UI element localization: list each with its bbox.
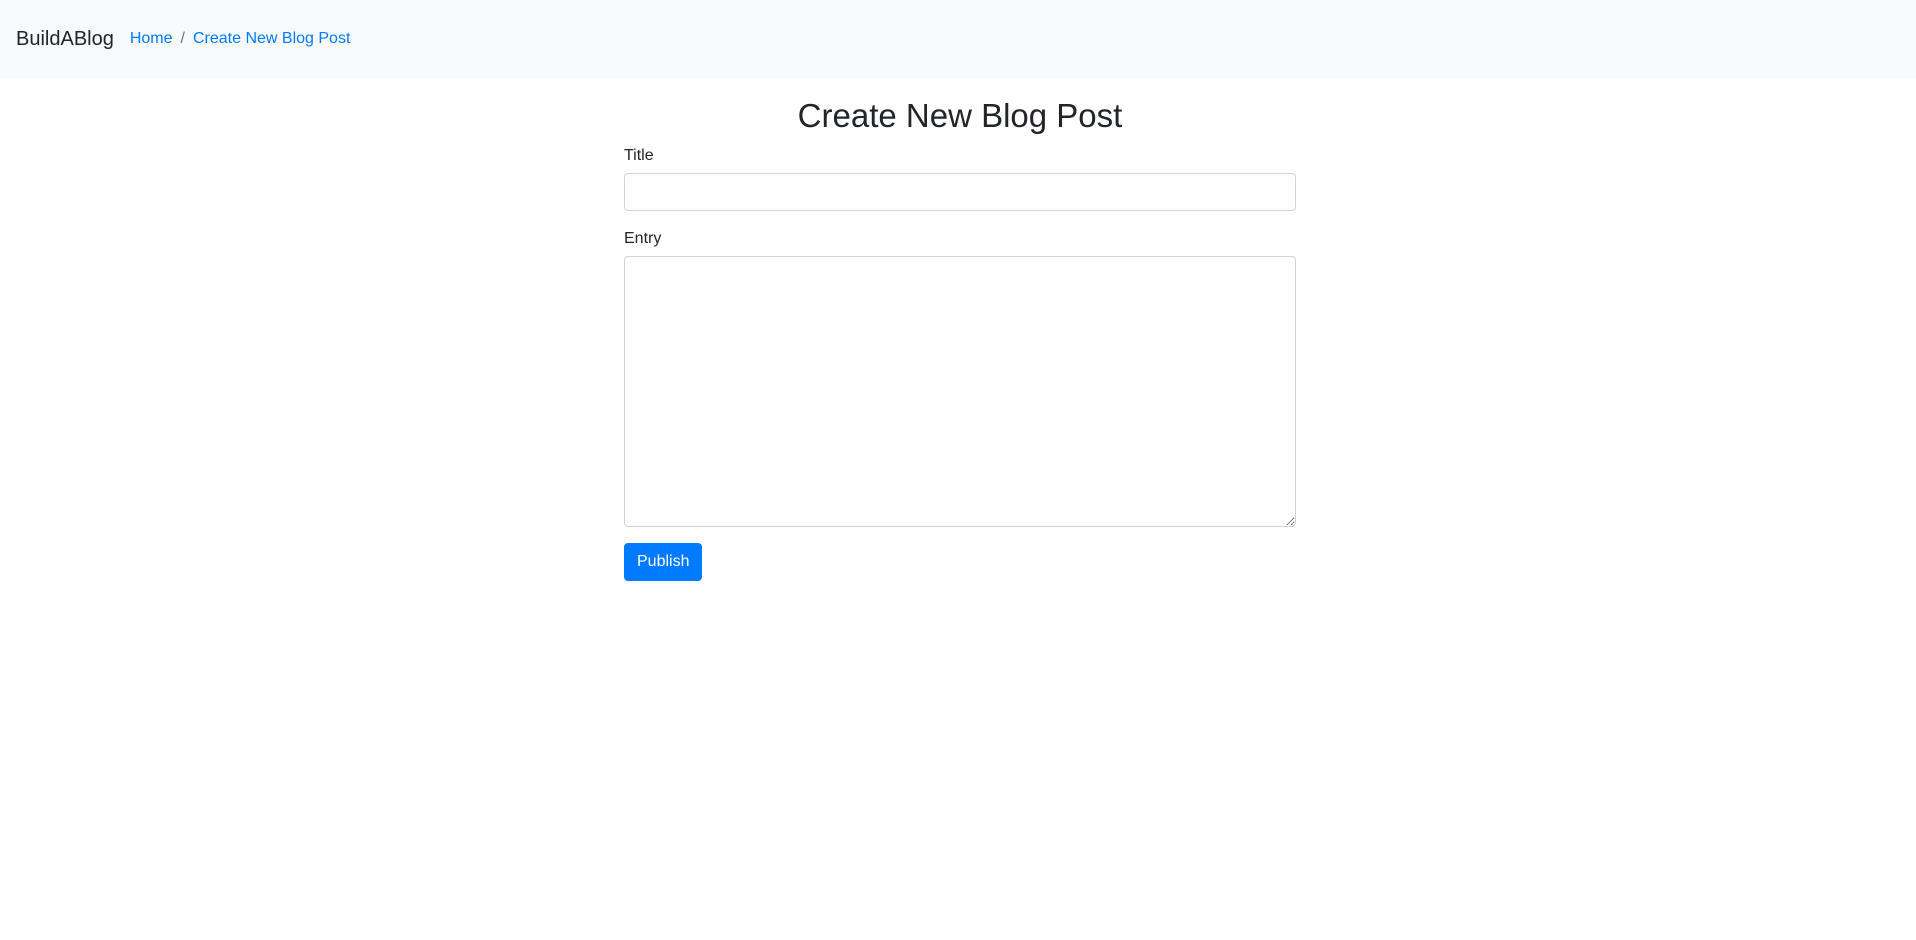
blog-post-form: Title Entry Publish — [624, 146, 1296, 581]
entry-label: Entry — [624, 229, 662, 247]
title-label: Title — [624, 146, 654, 164]
publish-button[interactable]: Publish — [624, 542, 703, 581]
entry-textarea[interactable] — [624, 255, 1296, 527]
breadcrumb: Home / Create New Blog Post — [130, 31, 351, 47]
brand-link[interactable]: BuildABlog — [16, 29, 114, 49]
main-content: Create New Blog Post Title Entry Publish — [624, 78, 1296, 581]
navbar: BuildABlog Home / Create New Blog Post — [0, 0, 1916, 78]
page-title: Create New Blog Post — [797, 97, 1123, 134]
title-input[interactable] — [624, 172, 1296, 211]
breadcrumb-home-link[interactable]: Home — [130, 31, 173, 47]
breadcrumb-create-post-link[interactable]: Create New Blog Post — [193, 31, 350, 47]
breadcrumb-separator: / — [180, 30, 185, 47]
